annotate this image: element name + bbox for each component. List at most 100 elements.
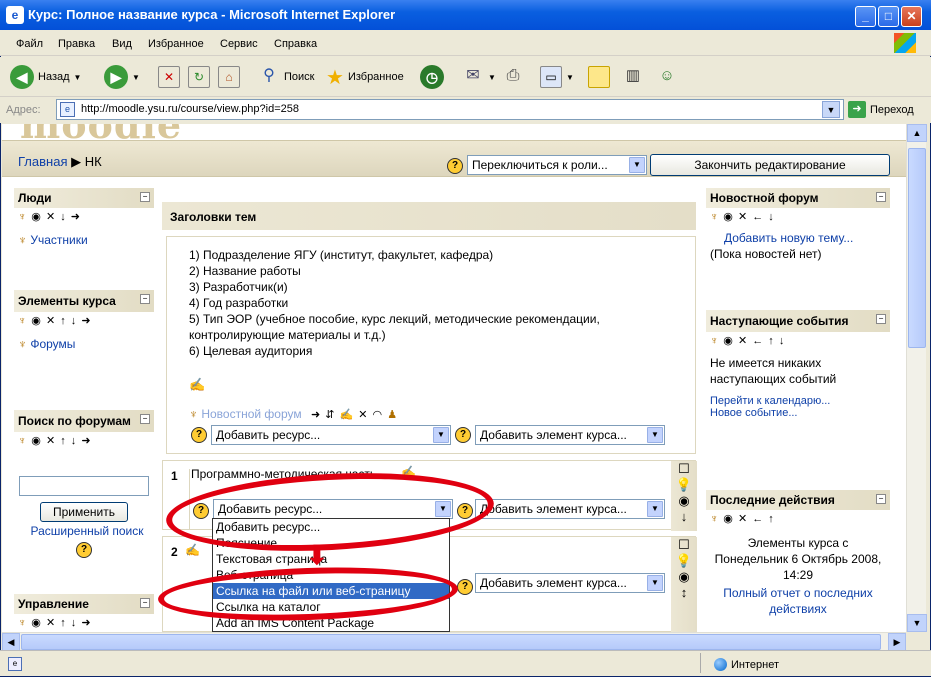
messenger-icon: ☺	[659, 67, 675, 84]
apply-search-button[interactable]: Применить	[40, 502, 128, 522]
windows-logo-icon	[894, 33, 916, 53]
scroll-down-icon[interactable]: ▼	[907, 614, 927, 632]
go-button[interactable]: ➜ Переход	[848, 101, 914, 118]
favorites-button[interactable]: ★ Избранное	[326, 63, 404, 91]
collapse-icon[interactable]: −	[140, 192, 150, 202]
intro-line: 6) Целевая аудитория	[189, 344, 313, 358]
news-forum-link[interactable]: Новостной форум	[201, 407, 301, 421]
block-edit-icons[interactable]: ♆ ◉ ✕ ← ↑	[706, 510, 890, 527]
block-edit-icons[interactable]: ♆ ◉ ✕ ↑ ↓ ➜	[14, 614, 154, 631]
move-icon[interactable]: ↕	[671, 585, 697, 601]
discuss-button[interactable]	[588, 63, 610, 91]
maximize-button[interactable]: □	[878, 6, 899, 27]
help-icon[interactable]: ?	[457, 579, 473, 595]
forum-icon: ♆	[189, 407, 198, 421]
block-header: Люди −	[14, 188, 154, 208]
scroll-left-icon[interactable]: ◀	[2, 633, 20, 651]
add-activity-select[interactable]: Добавить элемент курса... ▼	[475, 573, 665, 593]
scroll-right-icon[interactable]: ▶	[888, 633, 906, 651]
collapse-icon[interactable]: −	[140, 414, 150, 424]
home-button[interactable]: ⌂	[218, 63, 240, 91]
help-icon[interactable]: ?	[191, 427, 207, 443]
menu-help[interactable]: Справка	[274, 38, 317, 50]
help-icon[interactable]: ?	[447, 158, 463, 174]
switch-role-select[interactable]: Переключиться к роли... ▼	[467, 155, 647, 175]
activity-edit-icons[interactable]: ➜ ⇵ ✍ ✕ ◠ ♟	[311, 409, 398, 421]
forums-item[interactable]: ♆ Форумы	[14, 329, 154, 359]
forums-link[interactable]: Форумы	[30, 337, 75, 351]
full-report-link[interactable]: Полный отчет о последних действиях	[706, 583, 890, 619]
recent-title: Последние действия	[710, 493, 835, 507]
stop-button[interactable]: ✕	[158, 63, 180, 91]
show-only-icon[interactable]: ☐	[671, 537, 697, 553]
block-edit-icons[interactable]: ♆ ◉ ✕ ↑ ↓ ➜	[14, 432, 154, 449]
scroll-up-icon[interactable]: ▲	[907, 124, 927, 142]
highlight-icon[interactable]: 💡	[671, 553, 697, 569]
eye-icon[interactable]: ◉	[671, 493, 697, 509]
help-icon[interactable]: ?	[76, 542, 92, 558]
no-news-text: (Пока новостей нет)	[710, 247, 822, 261]
roles-icon: ♆	[18, 435, 28, 447]
address-input[interactable]: http://moodle.ysu.ru/course/view.php?id=…	[56, 99, 844, 120]
horizontal-scrollbar[interactable]: ◀ ▶	[2, 632, 906, 651]
collapse-icon[interactable]: −	[140, 598, 150, 608]
history-button[interactable]: ◷	[420, 63, 444, 91]
add-activity-select[interactable]: Добавить элемент курса... ▼	[475, 499, 665, 519]
scroll-thumb[interactable]	[21, 634, 881, 650]
show-only-icon[interactable]: ☐	[671, 461, 697, 477]
end-editing-button[interactable]: Закончить редактирование	[650, 154, 890, 176]
block-edit-icons[interactable]: ♆ ◉ ✕ ↑ ↓ ➜	[14, 312, 154, 329]
advanced-search-link[interactable]: Расширенный поиск	[20, 524, 154, 538]
help-icon[interactable]: ?	[455, 427, 471, 443]
participants-item[interactable]: ♆ Участники	[14, 225, 154, 255]
globe-icon	[714, 658, 727, 671]
menu-favorites[interactable]: Избранное	[148, 38, 204, 50]
add-topic-link[interactable]: Добавить новую тему...	[706, 225, 890, 245]
search-button[interactable]: ⚲ Поиск	[258, 63, 314, 91]
add-resource-select[interactable]: Добавить ресурс... ▼	[211, 425, 451, 445]
block-edit-icons[interactable]: ♆ ◉ ✕ ← ↓	[706, 208, 890, 225]
mail-button[interactable]: ✉ ▼	[462, 63, 496, 91]
chevron-down-icon: ▼	[132, 72, 140, 82]
messenger-button[interactable]: ☺	[656, 63, 678, 91]
block-edit-icons[interactable]: ♆ ◉ ✕ ↓ ➜	[14, 208, 154, 225]
highlight-icon[interactable]: 💡	[671, 477, 697, 493]
forum-search-input[interactable]	[19, 476, 149, 496]
red-arrow-annotation: ⬇	[306, 540, 328, 570]
menu-file[interactable]: Файл	[16, 38, 43, 50]
collapse-icon[interactable]: −	[876, 192, 886, 202]
back-arrow-icon: ◀	[10, 65, 34, 89]
edit-summary-icon[interactable]: ✍	[185, 543, 200, 557]
collapse-icon[interactable]: −	[140, 294, 150, 304]
add-activity-select[interactable]: Добавить элемент курса... ▼	[475, 425, 665, 445]
forward-button[interactable]: ▶ ▼	[104, 63, 140, 91]
go-label: Переход	[870, 103, 914, 116]
back-button[interactable]: ◀ Назад ▼	[10, 63, 81, 91]
moodle-logo[interactable]: moodle	[20, 124, 182, 140]
admin-block: Управление − ♆ ◉ ✕ ↑ ↓ ➜	[14, 594, 154, 632]
minimize-button[interactable]: _	[855, 6, 876, 27]
print-button[interactable]: ⎙	[502, 63, 524, 91]
edit-summary-icon[interactable]: ✍	[189, 377, 205, 393]
scroll-thumb[interactable]	[908, 148, 926, 348]
participants-link[interactable]: Участники	[30, 233, 87, 247]
collapse-icon[interactable]: −	[876, 314, 886, 324]
breadcrumb-home-link[interactable]: Главная	[18, 154, 67, 169]
refresh-button[interactable]: ↻	[188, 63, 210, 91]
eye-icon[interactable]: ◉	[671, 569, 697, 585]
roles-icon: ♆	[710, 335, 720, 347]
menu-edit[interactable]: Правка	[58, 38, 95, 50]
address-dropdown-button[interactable]: ▼	[822, 101, 840, 118]
collapse-icon[interactable]: −	[876, 494, 886, 504]
research-button[interactable]: ▥	[622, 63, 644, 91]
menu-view[interactable]: Вид	[112, 38, 132, 50]
block-edit-icons[interactable]: ♆ ◉ ✕ ← ↑ ↓	[706, 332, 890, 349]
edit-button[interactable]: ▭ ▼	[540, 63, 574, 91]
dropdown-option[interactable]: Текстовая страница	[213, 551, 449, 567]
move-down-icon[interactable]: ↓	[671, 509, 697, 525]
vertical-scrollbar[interactable]: ▲ ▼	[906, 124, 927, 632]
calendar-link[interactable]: Перейти к календарю...	[706, 393, 890, 407]
close-button[interactable]: ✕	[901, 6, 922, 27]
menu-tools[interactable]: Сервис	[220, 38, 258, 50]
new-event-link[interactable]: Новое событие...	[706, 407, 890, 419]
